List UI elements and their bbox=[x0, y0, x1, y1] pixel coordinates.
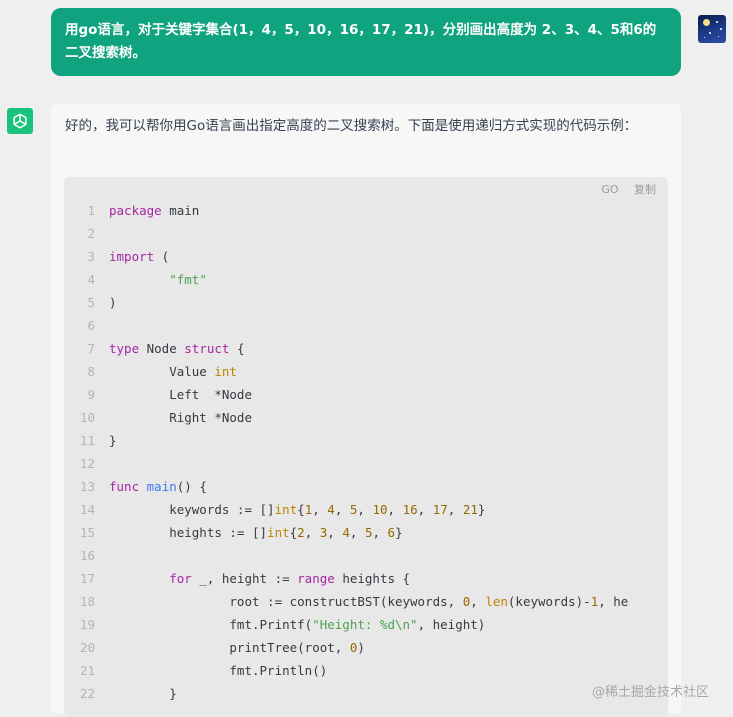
line-number: 8 bbox=[87, 364, 95, 379]
line-code: import ( bbox=[109, 249, 170, 264]
line-number: 14 bbox=[79, 502, 95, 517]
line-number: 15 bbox=[79, 525, 95, 540]
line-number: 10 bbox=[79, 410, 95, 425]
line-number: 18 bbox=[79, 594, 95, 609]
assistant-message-text: 好的，我可以帮你用Go语言画出指定高度的二叉搜索树。下面是使用递归方式实现的代码… bbox=[65, 118, 638, 134]
line-code: package main bbox=[109, 203, 200, 218]
code-line: 13 func main() { bbox=[64, 475, 654, 498]
code-line: 8 Value int bbox=[64, 360, 654, 383]
line-code: } bbox=[109, 433, 117, 448]
line-code: heights := []int{2, 3, 4, 5, 6} bbox=[109, 525, 403, 540]
line-number: 13 bbox=[79, 479, 95, 494]
line-number: 7 bbox=[87, 341, 95, 356]
copy-code-button[interactable]: 复制 bbox=[634, 183, 656, 196]
code-language-label: GO bbox=[601, 183, 619, 196]
code-line: 16 bbox=[64, 544, 654, 567]
line-code: } bbox=[109, 686, 177, 701]
line-code: Left *Node bbox=[109, 387, 252, 402]
code-block: GO 复制 1 package main 2 3 import (4 "fmt" 5) 6 7… bbox=[64, 177, 668, 717]
line-code: type Node struct { bbox=[109, 341, 245, 356]
code-line: 1 package main bbox=[64, 199, 654, 222]
code-line: 14 keywords := []int{1, 4, 5, 10, 16, 17… bbox=[64, 498, 654, 521]
line-code: Right *Node bbox=[109, 410, 252, 425]
user-message-bubble: 用go语言，对于关键字集合(1，4，5，10，16，17，21)，分别画出高度为… bbox=[51, 8, 681, 76]
line-code: keywords := []int{1, 4, 5, 10, 16, 17, 2… bbox=[109, 502, 486, 517]
line-number: 19 bbox=[79, 617, 95, 632]
code-line: 10 Right *Node bbox=[64, 406, 654, 429]
code-line: 22 } bbox=[64, 682, 654, 705]
line-number: 4 bbox=[87, 272, 95, 287]
code-line: 2 bbox=[64, 222, 654, 245]
line-code: func main() { bbox=[109, 479, 207, 494]
line-code: root := constructBST(keywords, 0, len(ke… bbox=[109, 594, 629, 609]
line-number: 16 bbox=[79, 548, 95, 563]
code-line: 7 type Node struct { bbox=[64, 337, 654, 360]
line-number: 21 bbox=[79, 663, 95, 678]
line-number: 2 bbox=[87, 226, 95, 241]
code-line: 18 root := constructBST(keywords, 0, len… bbox=[64, 590, 654, 613]
code-line: 15 heights := []int{2, 3, 4, 5, 6} bbox=[64, 521, 654, 544]
line-number: 9 bbox=[87, 387, 95, 402]
watermark: @稀土掘金技术社区 bbox=[592, 685, 710, 700]
line-number: 17 bbox=[79, 571, 95, 586]
code-line: 3 import ( bbox=[64, 245, 654, 268]
code-line: 11} bbox=[64, 429, 654, 452]
line-number: 5 bbox=[87, 295, 95, 310]
line-code: fmt.Println() bbox=[109, 663, 328, 678]
line-code: fmt.Printf("Height: %d\n", height) bbox=[109, 617, 486, 632]
code-line: 4 "fmt" bbox=[64, 268, 654, 291]
code-line: 19 fmt.Printf("Height: %d\n", height) bbox=[64, 613, 654, 636]
code-line: 6 bbox=[64, 314, 654, 337]
line-code: printTree(root, 0) bbox=[109, 640, 365, 655]
assistant-message: 好的，我可以帮你用Go语言画出指定高度的二叉搜索树。下面是使用递归方式实现的代码… bbox=[51, 104, 681, 717]
code-line: 17 for _, height := range heights { bbox=[64, 567, 654, 590]
line-code: for _, height := range heights { bbox=[169, 571, 411, 586]
line-number: 22 bbox=[79, 686, 95, 701]
line-number: 6 bbox=[87, 318, 95, 333]
openai-logo-icon bbox=[7, 108, 33, 134]
code-line: 5) bbox=[64, 291, 654, 314]
line-code: Value int bbox=[109, 364, 237, 379]
line-number: 1 bbox=[87, 203, 95, 218]
line-number: 3 bbox=[87, 249, 95, 264]
user-message-text: 用go语言，对于关键字集合(1，4，5，10，16，17，21)，分别画出高度为… bbox=[65, 22, 657, 61]
code-body: 1 package main 2 3 import (4 "fmt" 5) 6 7 type N… bbox=[64, 199, 654, 705]
code-line: 21 fmt.Println() bbox=[64, 659, 654, 682]
line-number: 11 bbox=[79, 433, 95, 448]
line-number: 20 bbox=[79, 640, 95, 655]
line-code: "fmt" bbox=[169, 272, 207, 287]
code-header: GO 复制 bbox=[589, 181, 656, 197]
line-code: ) bbox=[109, 295, 117, 310]
line-number: 12 bbox=[79, 456, 95, 471]
user-avatar-icon bbox=[698, 15, 726, 43]
code-line: 12 bbox=[64, 452, 654, 475]
code-line: 20 printTree(root, 0) bbox=[64, 636, 654, 659]
code-line: 9 Left *Node bbox=[64, 383, 654, 406]
